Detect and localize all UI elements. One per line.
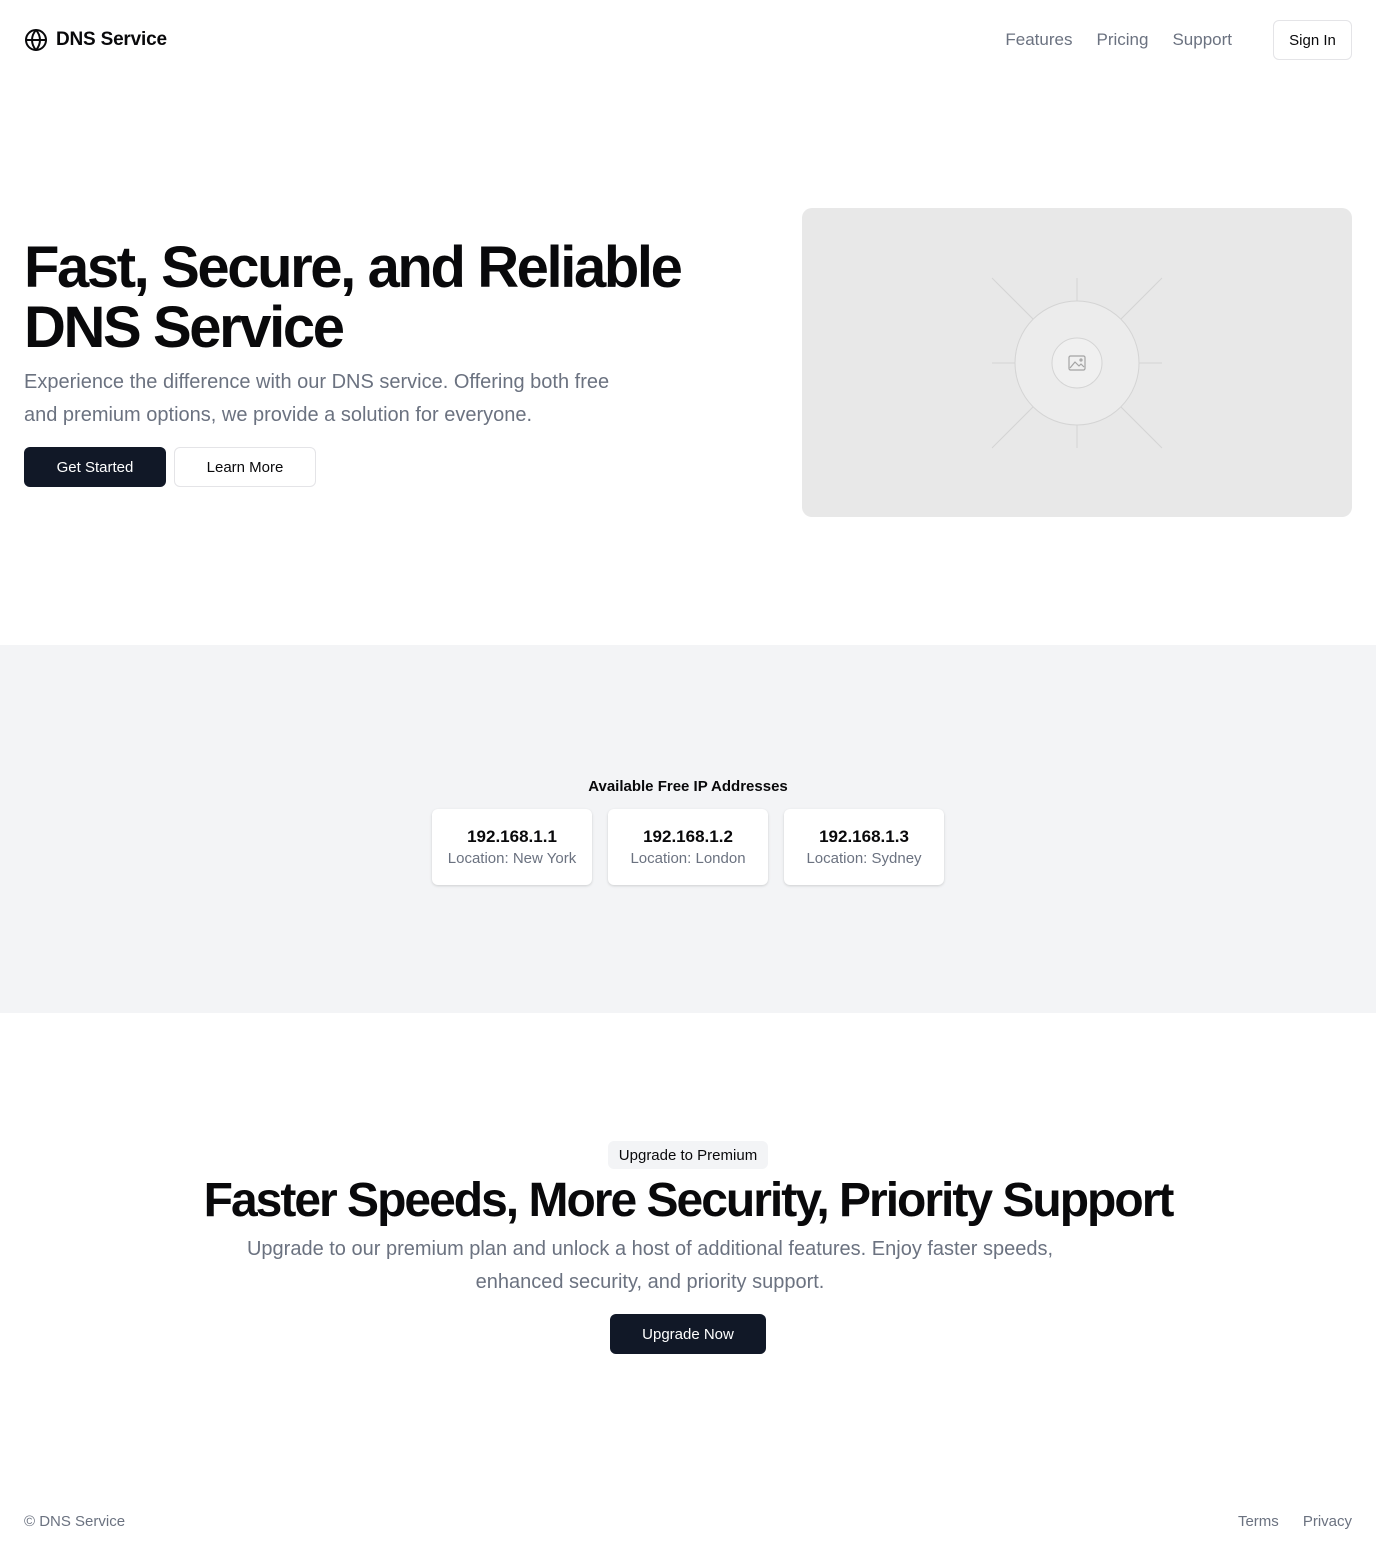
ip-address: 192.168.1.3 <box>819 827 909 846</box>
nav-pricing[interactable]: Pricing <box>1096 29 1148 51</box>
footer-nav: Terms Privacy <box>1238 1513 1352 1531</box>
ip-location: Location: Sydney <box>806 850 922 867</box>
footer-link-privacy[interactable]: Privacy <box>1303 1513 1352 1531</box>
ip-location: Location: New York <box>447 850 577 867</box>
nav-features[interactable]: Features <box>1005 29 1072 51</box>
ip-card-list: 192.168.1.1 Location: New York 192.168.1… <box>432 809 944 885</box>
main-nav: Features Pricing Support <box>1005 29 1232 51</box>
hero-image-placeholder <box>802 208 1352 517</box>
ip-section-heading: Available Free IP Addresses <box>588 778 788 795</box>
footer-link-terms[interactable]: Terms <box>1238 1513 1279 1531</box>
site-header: DNS Service Features Pricing Support Sig… <box>0 0 1376 80</box>
ip-section: Available Free IP Addresses 192.168.1.1 … <box>0 645 1376 1013</box>
footer-copyright: © DNS Service <box>24 1513 126 1530</box>
hero-subtitle: Experience the difference with our DNS s… <box>24 371 610 426</box>
premium-subtitle: Upgrade to our premium plan and unlock a… <box>246 1238 1054 1293</box>
image-placeholder-icon <box>991 277 1163 449</box>
brand-link[interactable]: DNS Service <box>24 27 167 53</box>
sign-in-button[interactable]: Sign In <box>1273 20 1352 60</box>
premium-title: Faster Speeds, More Security, Priority S… <box>203 1174 1175 1227</box>
ip-location: Location: London <box>630 850 746 867</box>
get-started-button[interactable]: Get Started <box>24 447 166 487</box>
hero-title: Fast, Secure, and Reliable DNS Service <box>24 235 683 360</box>
learn-more-button[interactable]: Learn More <box>174 447 316 487</box>
ip-address: 192.168.1.2 <box>643 827 733 846</box>
brand-name: DNS Service <box>56 29 167 50</box>
ip-card: 192.168.1.1 Location: New York <box>432 809 592 885</box>
ip-card: 192.168.1.3 Location: Sydney <box>784 809 944 885</box>
ip-address: 192.168.1.1 <box>467 827 557 846</box>
ip-card: 192.168.1.2 Location: London <box>608 809 768 885</box>
nav-support[interactable]: Support <box>1172 29 1232 51</box>
globe-icon <box>25 29 47 51</box>
premium-badge: Upgrade to Premium <box>608 1141 768 1169</box>
upgrade-now-button[interactable]: Upgrade Now <box>610 1314 766 1354</box>
